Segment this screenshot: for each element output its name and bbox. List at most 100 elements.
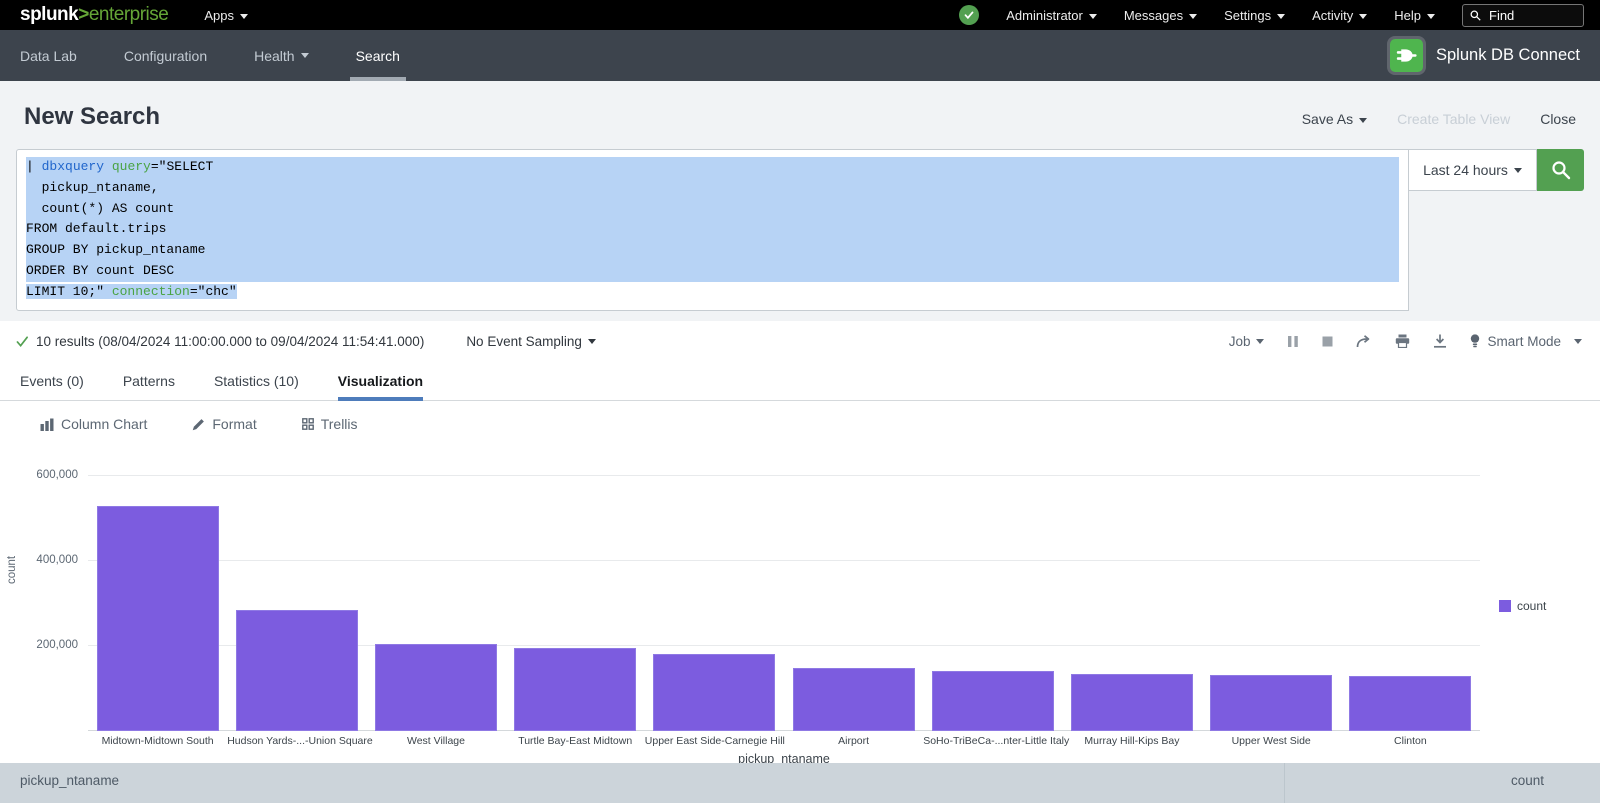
pause-button[interactable] [1287, 335, 1299, 348]
x-category-label: Airport [784, 735, 923, 747]
chevron-down-icon [1427, 14, 1435, 19]
apps-menu[interactable]: Apps [204, 8, 248, 23]
bar-Murray Hill-Kips Bay[interactable] [1071, 674, 1193, 731]
chevron-down-icon [1359, 14, 1367, 19]
menu-help[interactable]: Help [1394, 8, 1435, 23]
print-button[interactable] [1395, 334, 1410, 348]
spl-param: connection [112, 284, 190, 299]
event-sampling-menu[interactable]: No Event Sampling [466, 334, 596, 349]
job-status-bar: 10 results (08/04/2024 11:00:00.000 to 0… [0, 321, 1600, 361]
bar-Turtle Bay-East Midtown[interactable] [514, 648, 636, 731]
chevron-down-icon [1256, 339, 1264, 344]
chevron-down-icon [240, 14, 248, 19]
nav-health[interactable]: Health [254, 30, 308, 81]
spl-text: LIMIT 10;" [26, 284, 112, 299]
app-identity[interactable]: Splunk DB Connect [1390, 39, 1600, 72]
search-query-input[interactable]: | dbxquery query="SELECT pickup_ntaname,… [16, 149, 1409, 311]
legend-item-count[interactable]: count [1499, 599, 1546, 613]
chevron-down-icon [1089, 14, 1097, 19]
format-button[interactable]: Format [192, 416, 256, 432]
bar-Upper West Side[interactable] [1210, 675, 1332, 731]
pencil-icon [192, 418, 205, 431]
menu-activity[interactable]: Activity [1312, 8, 1367, 23]
tab-events[interactable]: Events (0) [20, 361, 84, 400]
find-search-box[interactable] [1462, 4, 1584, 27]
results-count-text: 10 results (08/04/2024 11:00:00.000 to 0… [36, 334, 424, 349]
query-line-1: | dbxquery query="SELECT [26, 157, 1399, 178]
bar-West Village[interactable] [375, 644, 497, 731]
table-column-header[interactable]: pickup_ntaname [0, 763, 1285, 803]
spl-command: dbxquery [42, 159, 104, 174]
y-tick-label: 400,000 [0, 554, 78, 566]
tab-statistics[interactable]: Statistics (10) [214, 361, 299, 400]
spl-text: GROUP BY pickup_ntaname [26, 242, 205, 257]
find-input[interactable] [1487, 7, 1567, 24]
spl-text: ORDER BY count DESC [26, 263, 174, 278]
chevron-down-icon [1514, 168, 1522, 173]
x-category-label: Upper West Side [1202, 735, 1341, 747]
x-category-label: Murray Hill-Kips Bay [1062, 735, 1201, 747]
y-tick-label: 600,000 [0, 469, 78, 481]
gridline-600,000 [88, 475, 1480, 476]
y-tick-label: 200,000 [0, 639, 78, 651]
save-as-button[interactable]: Save As [1302, 111, 1367, 127]
legend-swatch [1499, 600, 1511, 612]
chart-plot-area [88, 455, 1480, 731]
printer-icon [1395, 334, 1410, 348]
tab-patterns[interactable]: Patterns [123, 361, 175, 400]
column-chart: count 200,000 400,000 600,000 Midtown-Midt… [0, 442, 1600, 768]
x-category-label: West Village [366, 735, 505, 747]
spl-text: ="SELECT [151, 159, 213, 174]
bar-Midtown-Midtown South[interactable] [97, 506, 219, 731]
bar-Hudson Yards-...-Union Square[interactable] [236, 610, 358, 731]
nav-search[interactable]: Search [356, 30, 400, 81]
menu-settings[interactable]: Settings [1224, 8, 1285, 23]
trellis-button[interactable]: Trellis [302, 416, 358, 432]
bar-Clinton[interactable] [1349, 676, 1471, 731]
nav-data-lab[interactable]: Data Lab [20, 30, 77, 81]
check-icon [963, 9, 975, 21]
chart-type-picker[interactable]: Column Chart [40, 416, 147, 432]
stop-button[interactable] [1322, 336, 1333, 347]
bar-Upper East Side-Carnegie Hill[interactable] [653, 654, 775, 731]
db-connect-plug-icon [1390, 39, 1423, 72]
gridline-400,000 [88, 560, 1480, 561]
page-title: New Search [24, 103, 160, 131]
query-line-5: GROUP BY pickup_ntaname [26, 240, 1399, 261]
stop-icon [1322, 336, 1333, 347]
time-range-picker[interactable]: Last 24 hours [1409, 149, 1537, 191]
table-column-header[interactable]: count [1285, 763, 1600, 803]
spl-text [104, 159, 112, 174]
bar-SoHo-TriBeCa-...nter-Little Italy[interactable] [932, 671, 1054, 731]
export-button[interactable] [1433, 334, 1447, 348]
spl-param: query [112, 159, 151, 174]
nav-configuration[interactable]: Configuration [124, 30, 207, 81]
menu-administrator[interactable]: Administrator [1006, 8, 1097, 23]
bar-Airport[interactable] [793, 668, 915, 731]
trellis-grid-icon [302, 418, 314, 430]
share-icon [1356, 335, 1372, 348]
results-tabs: Events (0) Patterns Statistics (10) Visu… [0, 361, 1600, 401]
chevron-down-icon [1359, 118, 1367, 123]
x-category-label: Midtown-Midtown South [88, 735, 227, 747]
share-button[interactable] [1356, 335, 1372, 348]
pause-icon [1287, 335, 1299, 348]
search-bar-row: | dbxquery query="SELECT pickup_ntaname,… [0, 141, 1600, 321]
query-line-2: pickup_ntaname, [26, 178, 1399, 199]
splunk-logo: splunk>enterprise [20, 4, 168, 26]
create-table-view-button[interactable]: Create Table View [1397, 111, 1510, 127]
visualization-controls: Column Chart Format Trellis [0, 401, 1600, 432]
chevron-down-icon [1574, 339, 1582, 344]
menu-messages[interactable]: Messages [1124, 8, 1197, 23]
job-menu[interactable]: Job [1229, 334, 1265, 349]
search-mode-menu[interactable]: Smart Mode [1470, 334, 1582, 349]
search-button[interactable] [1537, 149, 1584, 191]
health-status-icon[interactable] [959, 5, 979, 25]
tab-visualization[interactable]: Visualization [338, 361, 423, 400]
spl-text: pickup_ntaname, [26, 180, 159, 195]
top-bar: splunk>enterprise Apps Administrator Mes… [0, 0, 1600, 30]
success-check-icon [16, 335, 29, 348]
app-name: Splunk DB Connect [1436, 46, 1580, 65]
query-line-7: LIMIT 10;" connection="chc" [26, 282, 1399, 303]
close-button[interactable]: Close [1540, 111, 1576, 127]
